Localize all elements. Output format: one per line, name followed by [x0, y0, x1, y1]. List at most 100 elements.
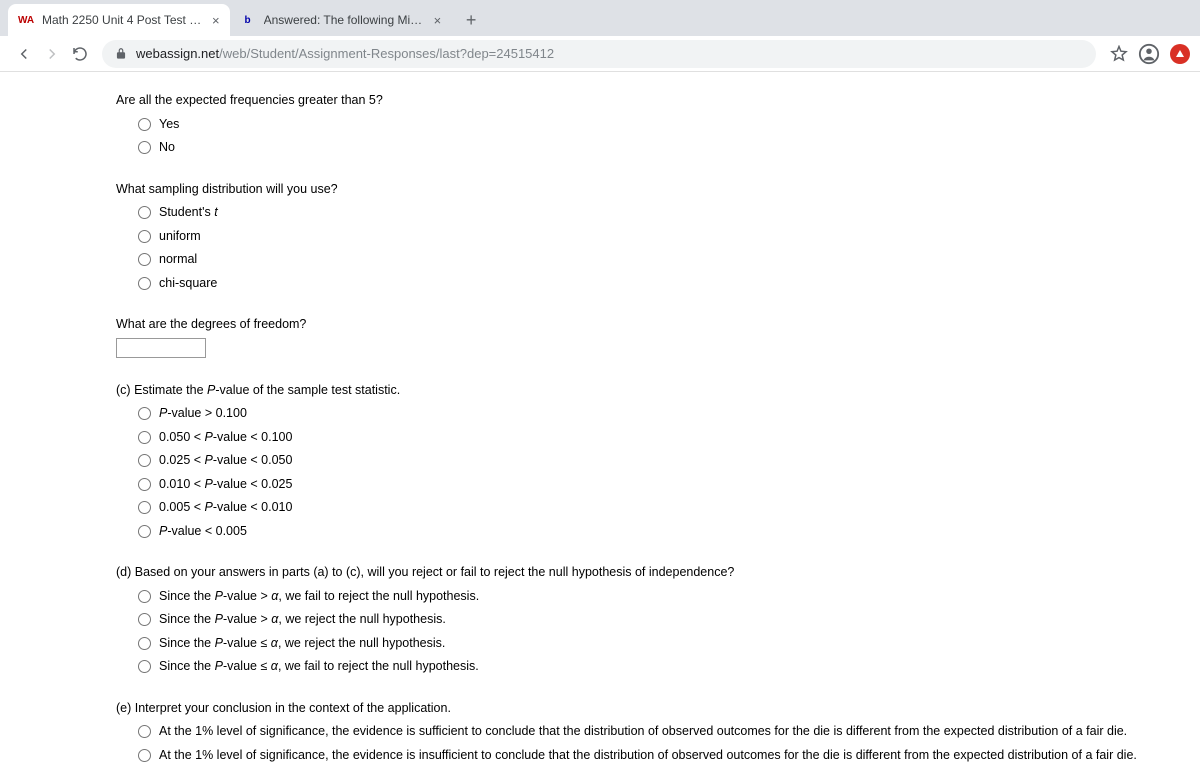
close-icon[interactable]: × [212, 13, 220, 28]
radio-label: Since the P-value > α, we reject the nul… [159, 611, 446, 629]
radio-input[interactable] [138, 749, 151, 762]
radio-label: Student's t [159, 204, 218, 222]
favicon-bartleby: b [240, 12, 256, 28]
question-text: What are the degrees of freedom? [116, 316, 1200, 334]
browser-tab[interactable]: b Answered: The following Minita × [230, 4, 452, 36]
radio-input[interactable] [138, 407, 151, 420]
question-text: (c) Estimate the P-value of the sample t… [116, 382, 1200, 400]
part-label: (c) [116, 383, 134, 397]
reload-icon [71, 45, 89, 63]
tab-bar: WA Math 2250 Unit 4 Post Test Re × b Ans… [0, 0, 1200, 36]
radio-option-students-t[interactable]: Student's t [138, 204, 1200, 222]
part-label: (e) [116, 701, 135, 715]
radio-input[interactable] [138, 637, 151, 650]
radio-label: chi-square [159, 275, 217, 293]
radio-label: Since the P-value > α, we fail to reject… [159, 588, 479, 606]
radio-option[interactable]: Since the P-value ≤ α, we fail to reject… [138, 658, 1200, 676]
radio-input[interactable] [138, 660, 151, 673]
radio-input[interactable] [138, 725, 151, 738]
radio-option-yes[interactable]: Yes [138, 116, 1200, 134]
question-e-interpret: (e) Interpret your conclusion in the con… [116, 700, 1200, 764]
radio-option-normal[interactable]: normal [138, 251, 1200, 269]
question-text: (d) Based on your answers in parts (a) t… [116, 564, 1200, 582]
radio-input[interactable] [138, 431, 151, 444]
arrow-right-icon [43, 45, 61, 63]
url-input[interactable]: webassign.net/web/Student/Assignment-Res… [102, 40, 1096, 68]
forward-button[interactable] [38, 40, 66, 68]
url-domain: webassign.net [136, 46, 219, 61]
radio-input[interactable] [138, 118, 151, 131]
radio-option[interactable]: 0.050 < P-value < 0.100 [138, 429, 1200, 447]
close-icon[interactable]: × [434, 13, 442, 28]
radio-option[interactable]: Since the P-value > α, we fail to reject… [138, 588, 1200, 606]
new-tab-button[interactable]: + [457, 6, 485, 34]
question-degrees-freedom: What are the degrees of freedom? [116, 316, 1200, 358]
radio-label: At the 1% level of significance, the evi… [159, 747, 1137, 764]
radio-group: P-value > 0.100 0.050 < P-value < 0.100 … [116, 405, 1200, 540]
question-c-pvalue: (c) Estimate the P-value of the sample t… [116, 382, 1200, 541]
question-text: (e) Interpret your conclusion in the con… [116, 700, 1200, 718]
radio-label: Since the P-value ≤ α, we reject the nul… [159, 635, 445, 653]
lock-icon [114, 47, 128, 61]
extension-icon[interactable] [1170, 44, 1190, 64]
radio-label: Yes [159, 116, 179, 134]
favicon-webassign: WA [18, 12, 34, 28]
radio-label: 0.005 < P-value < 0.010 [159, 499, 292, 517]
reload-button[interactable] [66, 40, 94, 68]
radio-input[interactable] [138, 525, 151, 538]
browser-tab-active[interactable]: WA Math 2250 Unit 4 Post Test Re × [8, 4, 230, 36]
profile-icon[interactable] [1138, 43, 1160, 65]
radio-option[interactable]: P-value > 0.100 [138, 405, 1200, 423]
radio-label: uniform [159, 228, 201, 246]
question-d-reject: (d) Based on your answers in parts (a) t… [116, 564, 1200, 676]
radio-input[interactable] [138, 501, 151, 514]
radio-input[interactable] [138, 478, 151, 491]
radio-option[interactable]: 0.025 < P-value < 0.050 [138, 452, 1200, 470]
address-bar: webassign.net/web/Student/Assignment-Res… [0, 36, 1200, 72]
radio-label: No [159, 139, 175, 157]
radio-option[interactable]: P-value < 0.005 [138, 523, 1200, 541]
radio-option-uniform[interactable]: uniform [138, 228, 1200, 246]
arrow-left-icon [15, 45, 33, 63]
radio-option[interactable]: At the 1% level of significance, the evi… [138, 723, 1200, 741]
tab-title: Answered: The following Minita [264, 13, 424, 27]
radio-input[interactable] [138, 613, 151, 626]
url-path: /web/Student/Assignment-Responses/last?d… [219, 46, 554, 61]
radio-label: P-value < 0.005 [159, 523, 247, 541]
radio-group: Student's t uniform normal chi-square [116, 204, 1200, 292]
main-content: Are all the expected frequencies greater… [0, 72, 1200, 764]
question-expected-frequencies: Are all the expected frequencies greater… [116, 92, 1200, 157]
radio-group: At the 1% level of significance, the evi… [116, 723, 1200, 764]
question-text: What sampling distribution will you use? [116, 181, 1200, 199]
bookmark-star-icon[interactable] [1110, 45, 1128, 63]
radio-input[interactable] [138, 590, 151, 603]
part-label: (d) [116, 565, 135, 579]
tab-title: Math 2250 Unit 4 Post Test Re [42, 13, 202, 27]
radio-input[interactable] [138, 206, 151, 219]
radio-label: 0.050 < P-value < 0.100 [159, 429, 292, 447]
radio-option[interactable]: Since the P-value ≤ α, we reject the nul… [138, 635, 1200, 653]
radio-input[interactable] [138, 253, 151, 266]
radio-input[interactable] [138, 141, 151, 154]
radio-option-no[interactable]: No [138, 139, 1200, 157]
radio-label: At the 1% level of significance, the evi… [159, 723, 1127, 741]
back-button[interactable] [10, 40, 38, 68]
radio-option-chi-square[interactable]: chi-square [138, 275, 1200, 293]
radio-label: P-value > 0.100 [159, 405, 247, 423]
radio-input[interactable] [138, 230, 151, 243]
radio-option[interactable]: 0.010 < P-value < 0.025 [138, 476, 1200, 494]
radio-label: 0.010 < P-value < 0.025 [159, 476, 292, 494]
radio-option[interactable]: Since the P-value > α, we reject the nul… [138, 611, 1200, 629]
radio-group: Yes No [116, 116, 1200, 157]
radio-group: Since the P-value > α, we fail to reject… [116, 588, 1200, 676]
radio-label: normal [159, 251, 197, 269]
radio-label: Since the P-value ≤ α, we fail to reject… [159, 658, 479, 676]
question-text: Are all the expected frequencies greater… [116, 92, 1200, 110]
radio-input[interactable] [138, 277, 151, 290]
radio-label: 0.025 < P-value < 0.050 [159, 452, 292, 470]
radio-input[interactable] [138, 454, 151, 467]
radio-option[interactable]: 0.005 < P-value < 0.010 [138, 499, 1200, 517]
degrees-freedom-input[interactable] [116, 338, 206, 358]
question-sampling-distribution: What sampling distribution will you use?… [116, 181, 1200, 293]
radio-option[interactable]: At the 1% level of significance, the evi… [138, 747, 1200, 764]
